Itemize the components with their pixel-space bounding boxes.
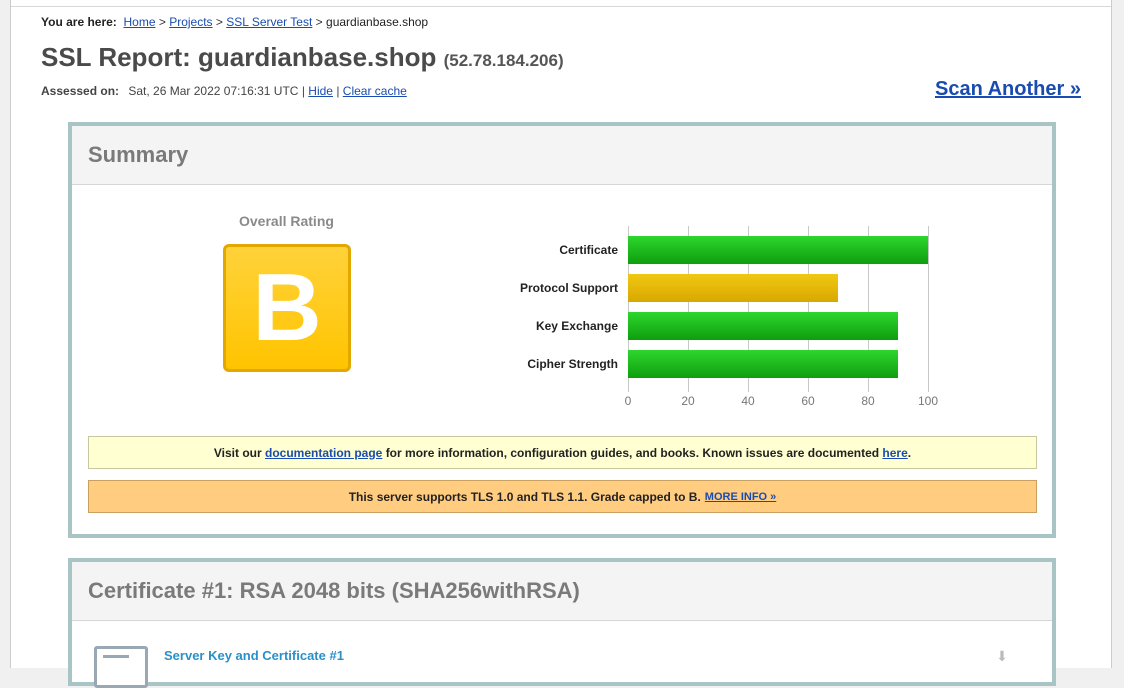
clear-cache-link[interactable]: Clear cache (343, 84, 407, 98)
breadcrumb-ssl-test-link[interactable]: SSL Server Test (226, 15, 312, 29)
scan-another-link[interactable]: Scan Another » (935, 78, 1081, 101)
x-tick-label: 80 (861, 394, 875, 408)
certificate-heading: Certificate #1: RSA 2048 bits (SHA256wit… (72, 562, 1052, 621)
x-tick-label: 0 (624, 394, 632, 408)
info-text-3: . (907, 445, 912, 460)
grade-letter: B (252, 254, 322, 361)
grade-badge: B (223, 244, 351, 372)
summary-heading: Summary (72, 126, 1052, 185)
known-issues-link[interactable]: here (882, 446, 907, 460)
documentation-notice: Visit our documentation page for more in… (88, 436, 1037, 469)
chart-bar-cipher-strength (628, 350, 898, 378)
breadcrumb-separator: > (158, 15, 166, 29)
info-text-2: for more information, configuration guid… (385, 445, 880, 460)
certificate-section: Certificate #1: RSA 2048 bits (SHA256wit… (68, 558, 1056, 688)
top-divider (11, 6, 1111, 7)
assessed-line: Assessed on: Sat, 26 Mar 2022 07:16:31 U… (41, 84, 407, 98)
x-tick-label: 40 (741, 394, 755, 408)
summary-section: Summary Overall Rating B 0 20 40 60 80 100 Cer… (68, 122, 1056, 538)
info-text-1: Visit our (213, 445, 262, 460)
chart-bar-certificate (628, 236, 928, 264)
server-key-certificate-link[interactable]: Server Key and Certificate #1 (164, 648, 344, 663)
hide-link[interactable]: Hide (308, 84, 333, 98)
rating-bar-chart: 0 20 40 60 80 100 Certificate Protocol Support K… (492, 226, 952, 416)
breadcrumb-home-link[interactable]: Home (123, 15, 155, 29)
more-info-link[interactable]: MORE INFO » (705, 491, 777, 503)
breadcrumb-prefix: You are here: (41, 15, 117, 29)
x-tick-label: 100 (917, 394, 939, 408)
chart-category-label: Protocol Support (520, 281, 618, 295)
documentation-page-link[interactable]: documentation page (265, 446, 382, 460)
report-title: SSL Report: guardianbase.shop (41, 42, 437, 72)
page: You are here: Home > Projects > SSL Serv… (10, 0, 1112, 688)
chart-gridline (928, 226, 929, 392)
download-icon[interactable]: ⬇ (994, 648, 1010, 664)
breadcrumb-current: guardianbase.shop (326, 15, 429, 29)
pipe-separator: | (336, 84, 340, 98)
breadcrumb-separator: > (215, 15, 223, 29)
page-title: SSL Report: guardianbase.shop (52.78.184… (41, 42, 564, 73)
chart-category-label: Certificate (559, 243, 618, 257)
breadcrumb-separator: > (315, 15, 323, 29)
chart-category-label: Key Exchange (535, 319, 618, 333)
certificate-icon (94, 646, 148, 688)
overall-rating-label: Overall Rating (239, 213, 334, 229)
tls-warning-notice: This server supports TLS 1.0 and TLS 1.1… (88, 480, 1037, 513)
server-ip: (52.78.184.206) (443, 51, 564, 70)
assessed-date: Sat, 26 Mar 2022 07:16:31 UTC (128, 84, 299, 98)
assessed-label: Assessed on: (41, 84, 120, 98)
breadcrumb-projects-link[interactable]: Projects (169, 15, 212, 29)
warning-text: This server supports TLS 1.0 and TLS 1.1… (348, 489, 701, 504)
chart-bar-key-exchange (628, 312, 898, 340)
pipe-separator: | (301, 84, 305, 98)
x-tick-label: 20 (681, 394, 695, 408)
breadcrumb: You are here: Home > Projects > SSL Serv… (41, 15, 428, 29)
chart-bar-protocol-support (628, 274, 838, 302)
chart-category-label: Cipher Strength (527, 357, 618, 371)
x-tick-label: 60 (801, 394, 815, 408)
